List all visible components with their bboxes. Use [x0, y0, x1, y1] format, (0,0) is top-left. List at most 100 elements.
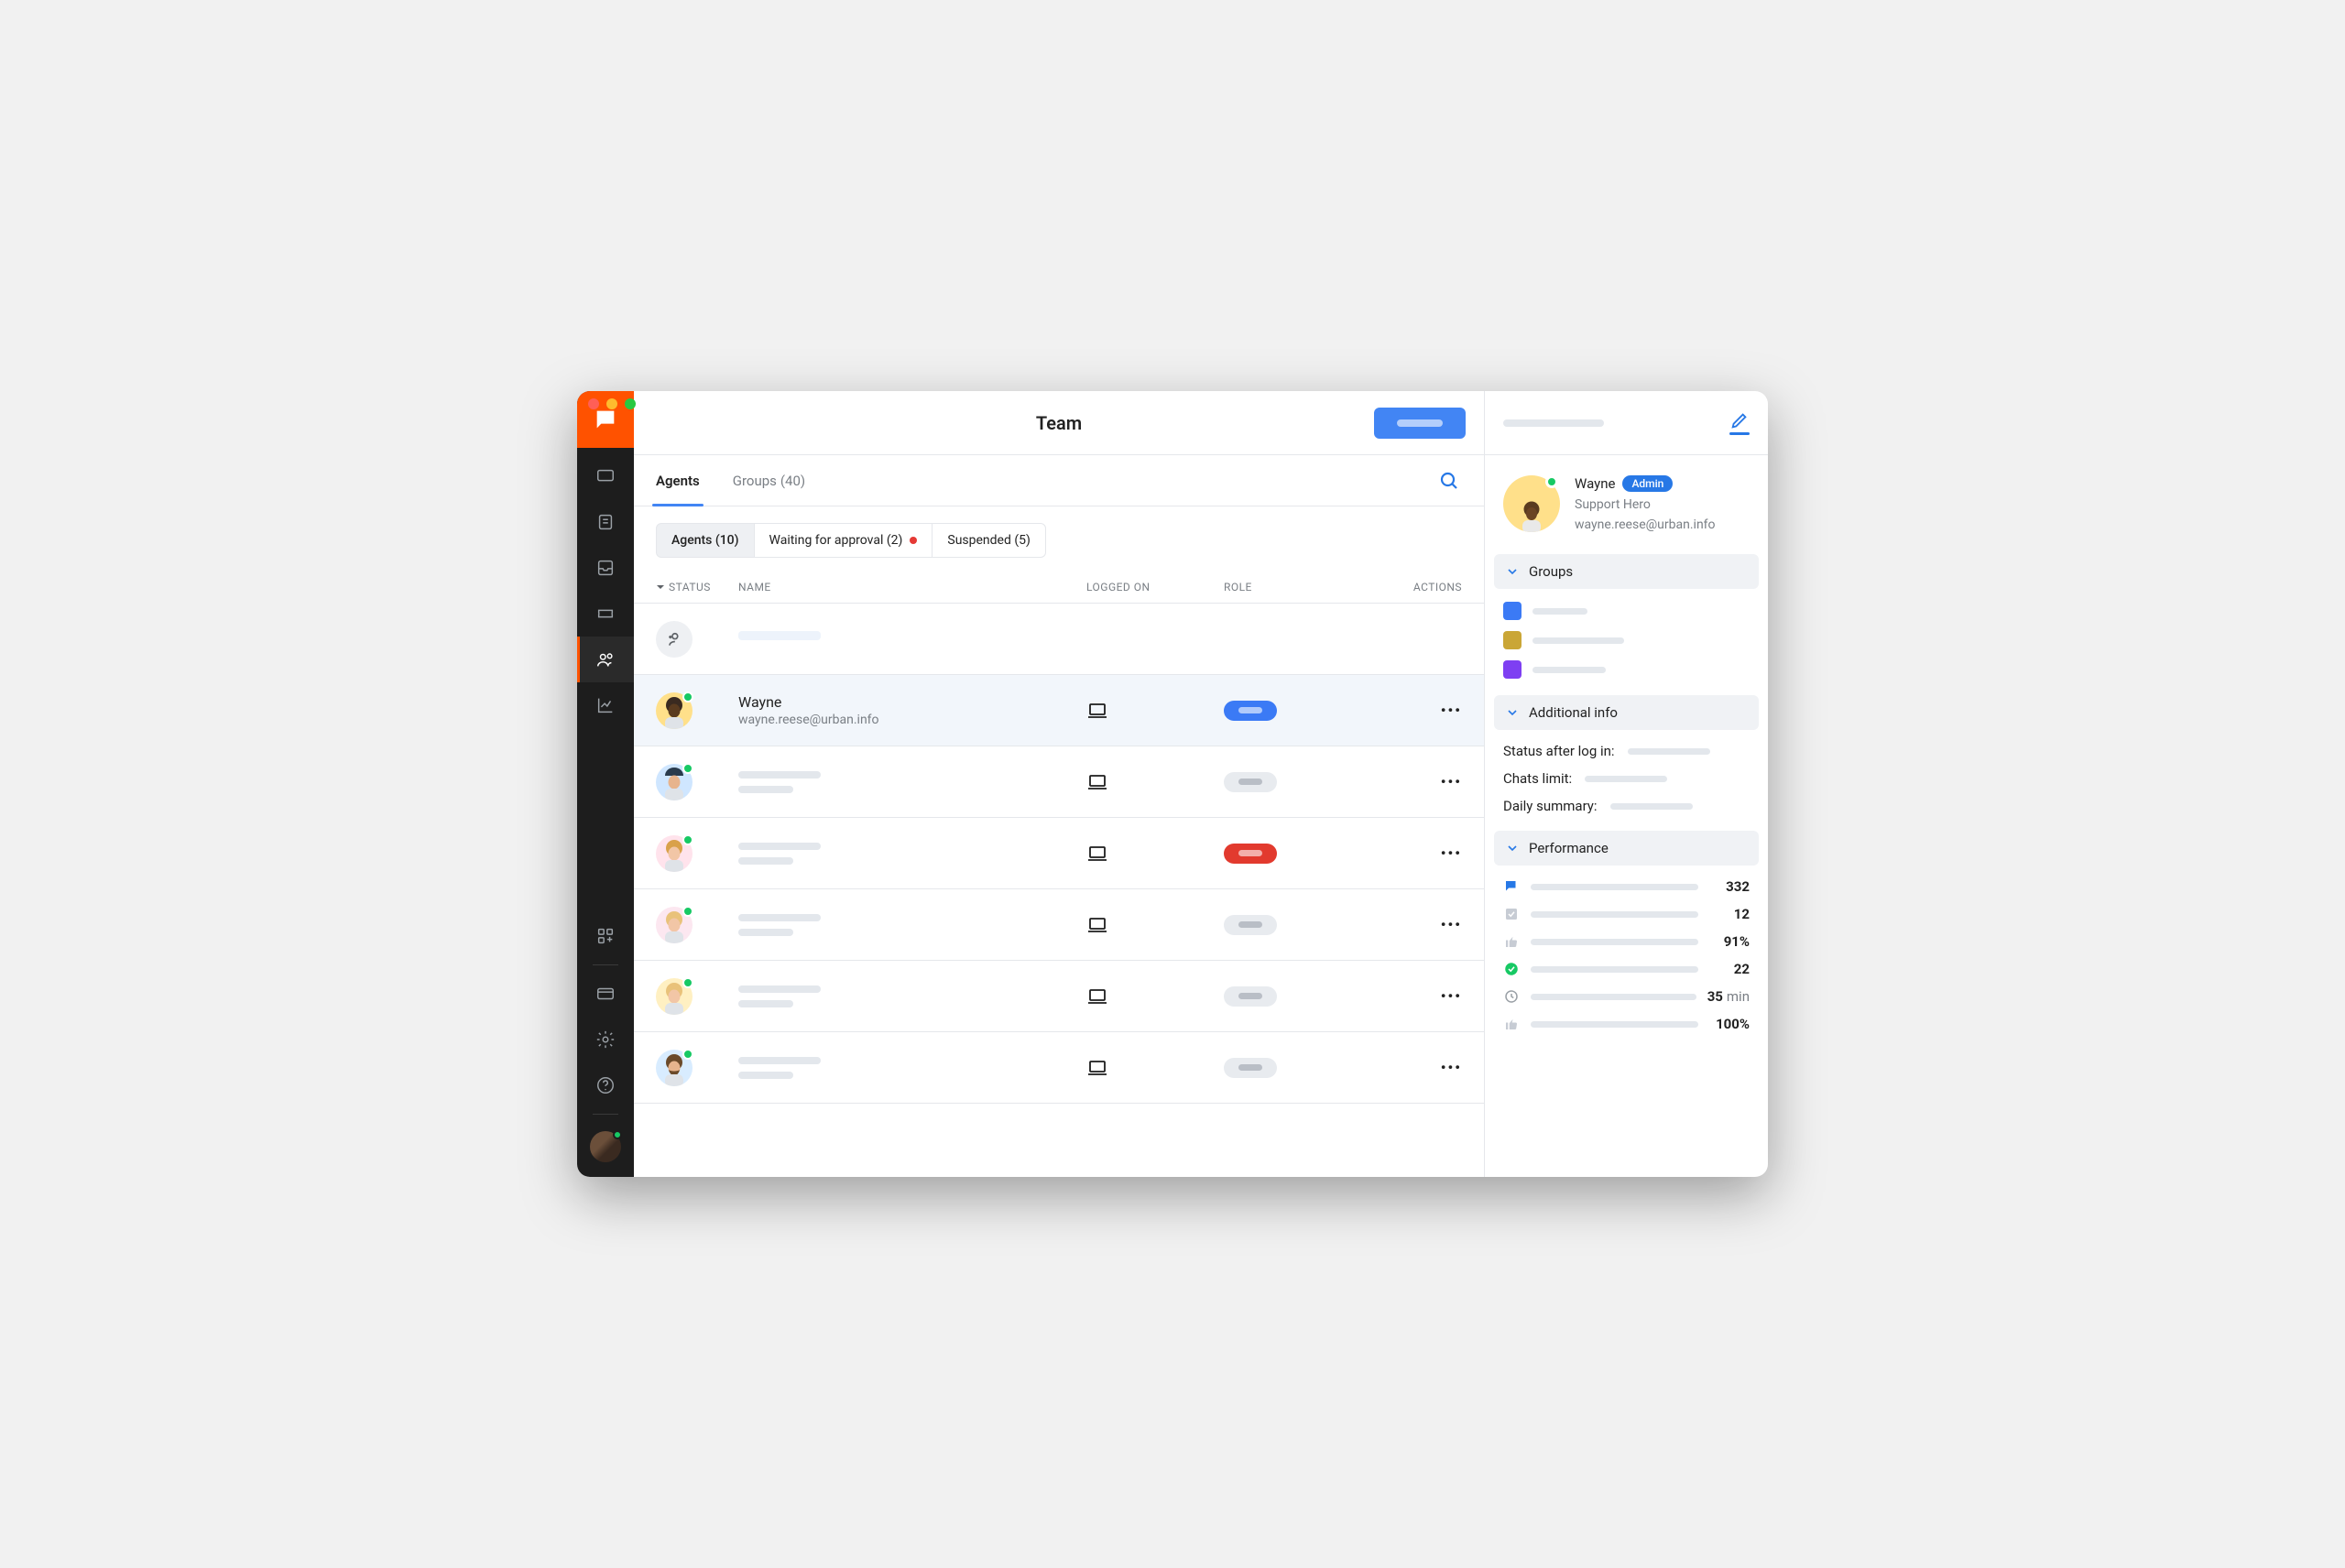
- user-plus-icon: [665, 630, 683, 648]
- section-groups-toggle[interactable]: Groups: [1494, 554, 1759, 589]
- presence-dot-icon: [1545, 475, 1558, 488]
- col-logged-on[interactable]: Logged on: [1086, 581, 1224, 593]
- nav-tickets[interactable]: [577, 591, 634, 637]
- nav-inbox[interactable]: [577, 545, 634, 591]
- group-item[interactable]: [1503, 660, 1750, 679]
- message-icon: [595, 466, 616, 486]
- laptop-icon: [1086, 700, 1108, 722]
- kv-label: Chats limit:: [1503, 770, 1572, 787]
- chevron-down-icon: [1505, 564, 1520, 579]
- tab-agents[interactable]: Agents: [656, 455, 700, 506]
- perf-resolved: 22: [1503, 961, 1750, 977]
- primary-action-button[interactable]: [1374, 408, 1466, 439]
- logged-on-cell: [1086, 700, 1224, 722]
- section-additional-label: Additional info: [1529, 704, 1618, 721]
- logged-on-cell: [1086, 914, 1224, 936]
- thumbs-up-icon: [1503, 933, 1520, 950]
- apps-icon: [595, 926, 616, 946]
- role-cell: [1224, 915, 1361, 935]
- inbox-icon: [595, 558, 616, 578]
- perf-satisfaction: 91%: [1503, 933, 1750, 950]
- row-actions-button[interactable]: •••: [1441, 916, 1462, 933]
- table-row[interactable]: •••: [634, 889, 1484, 961]
- presence-dot-icon: [682, 691, 693, 702]
- current-user-avatar[interactable]: [590, 1131, 621, 1162]
- table-header: Status Name Logged on Role Actions: [634, 571, 1484, 604]
- tab-agents-label: Agents: [656, 473, 700, 489]
- kv-label: Daily summary:: [1503, 798, 1598, 814]
- table-row[interactable]: •••: [634, 961, 1484, 1032]
- kv-label: Status after log in:: [1503, 743, 1615, 759]
- section-performance-toggle[interactable]: Performance: [1494, 831, 1759, 866]
- person-icon: [1513, 495, 1550, 532]
- nav-billing[interactable]: [577, 971, 634, 1017]
- document-icon: [595, 512, 616, 532]
- col-status[interactable]: Status: [656, 581, 738, 593]
- agent-subtitle: Support Hero: [1575, 497, 1716, 512]
- agent-name: Wayne: [1575, 475, 1615, 492]
- close-window-icon[interactable]: [588, 398, 599, 409]
- thumbs-up-icon: [1503, 1016, 1520, 1032]
- role-cell: [1224, 701, 1361, 721]
- row-actions-button[interactable]: •••: [1441, 844, 1462, 862]
- role-badge: Admin: [1622, 475, 1673, 492]
- agent-name-cell: [738, 771, 1086, 793]
- perf-response-time: 35min: [1503, 988, 1750, 1005]
- chevron-down-icon: [1505, 705, 1520, 720]
- search-button[interactable]: [1438, 470, 1460, 492]
- presence-dot-icon: [613, 1130, 622, 1139]
- row-actions-button[interactable]: •••: [1441, 1059, 1462, 1076]
- tab-groups-count: (40): [780, 473, 805, 489]
- nav-articles[interactable]: [577, 499, 634, 545]
- filter-suspended[interactable]: Suspended (5): [933, 523, 1046, 558]
- edit-button[interactable]: [1729, 410, 1750, 435]
- presence-dot-icon: [682, 977, 693, 988]
- placeholder-line: [1503, 419, 1604, 427]
- row-actions-button[interactable]: •••: [1441, 773, 1462, 790]
- group-item[interactable]: [1503, 602, 1750, 620]
- chat-bubble-icon: [593, 407, 618, 432]
- agent-name-cell: [738, 843, 1086, 865]
- nav-chats[interactable]: [577, 453, 634, 499]
- topbar: Team: [634, 391, 1484, 455]
- filter-segments: Agents (10) Waiting for approval (2) Sus…: [656, 523, 1462, 558]
- table-row[interactable]: Waynewayne.reese@urban.info •••: [634, 675, 1484, 746]
- sort-desc-icon: [656, 583, 665, 592]
- laptop-icon: [1086, 843, 1108, 865]
- laptop-icon: [1086, 914, 1108, 936]
- nav-analytics[interactable]: [577, 682, 634, 728]
- row-actions-button[interactable]: •••: [1441, 987, 1462, 1005]
- row-actions-button[interactable]: •••: [1441, 702, 1462, 719]
- nav-help[interactable]: [577, 1062, 634, 1108]
- laptop-icon: [1086, 771, 1108, 793]
- gear-icon: [595, 1029, 616, 1050]
- role-cell: [1224, 772, 1361, 792]
- laptop-icon: [1086, 1057, 1108, 1079]
- maximize-window-icon[interactable]: [625, 398, 636, 409]
- nav-settings[interactable]: [577, 1017, 634, 1062]
- presence-dot-icon: [682, 906, 693, 917]
- add-agent-row[interactable]: [634, 604, 1484, 675]
- col-role[interactable]: Role: [1224, 581, 1361, 593]
- table-row[interactable]: •••: [634, 818, 1484, 889]
- help-icon: [595, 1075, 616, 1095]
- role-pill: [1224, 1058, 1277, 1078]
- add-agent-button[interactable]: [656, 621, 693, 658]
- window-controls: [588, 398, 636, 409]
- role-cell: [1224, 986, 1361, 1007]
- table-row[interactable]: •••: [634, 1032, 1484, 1104]
- group-item[interactable]: [1503, 631, 1750, 649]
- tab-groups[interactable]: Groups (40): [733, 455, 805, 506]
- role-pill: [1224, 986, 1277, 1007]
- nav-team[interactable]: [577, 637, 634, 682]
- nav-apps[interactable]: [577, 913, 634, 959]
- filter-agents[interactable]: Agents (10): [656, 523, 755, 558]
- analytics-icon: [595, 695, 616, 715]
- filter-waiting[interactable]: Waiting for approval (2): [755, 523, 933, 558]
- minimize-window-icon[interactable]: [606, 398, 617, 409]
- table-row[interactable]: •••: [634, 746, 1484, 818]
- panel-topbar: [1485, 391, 1768, 455]
- add-agent-placeholder: [738, 631, 1086, 648]
- col-name[interactable]: Name: [738, 581, 1086, 593]
- section-additional-toggle[interactable]: Additional info: [1494, 695, 1759, 730]
